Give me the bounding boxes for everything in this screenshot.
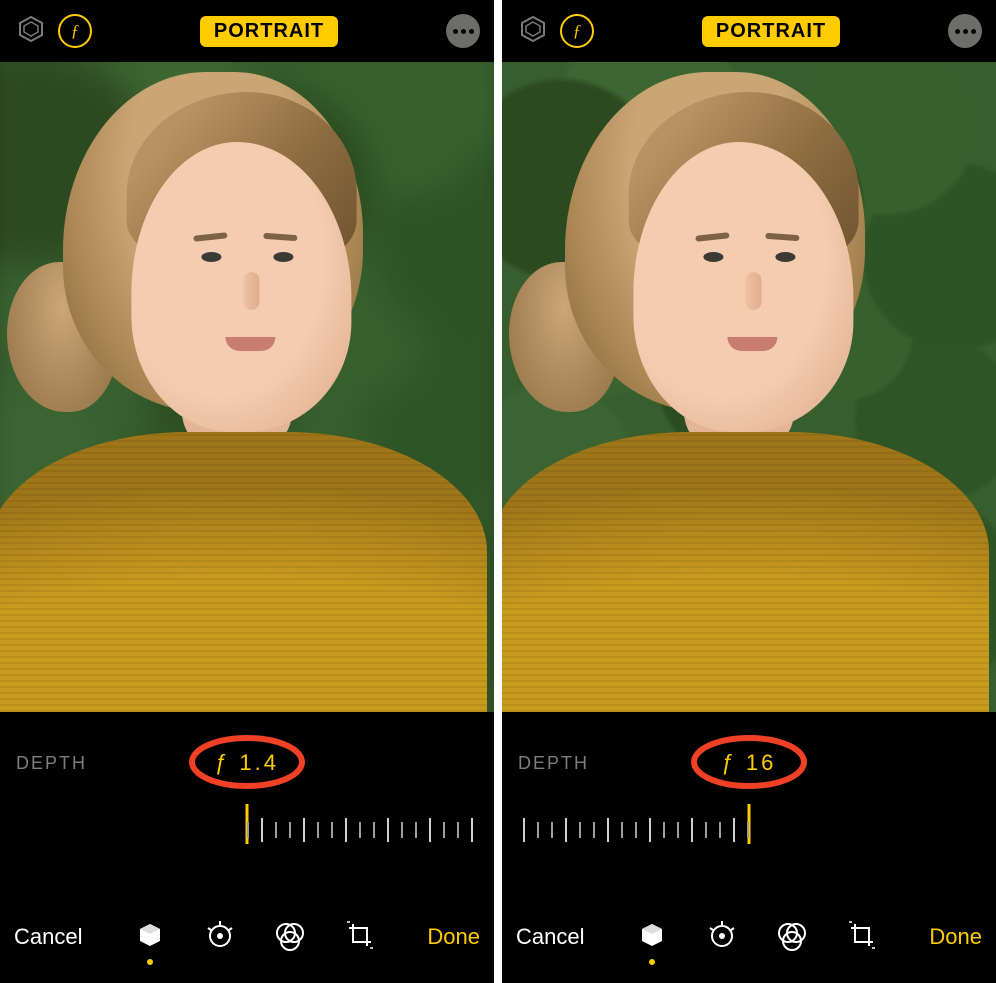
aperture-button[interactable]: ƒ (560, 14, 594, 48)
topbar-left-group: ƒ (516, 14, 594, 48)
photo-subject (0, 72, 487, 712)
filters-icon (776, 919, 808, 956)
adjust-tool-button[interactable] (200, 917, 240, 957)
crop-tool-button[interactable] (340, 917, 380, 957)
photo-preview[interactable] (0, 62, 494, 712)
photo-preview[interactable] (502, 62, 996, 712)
portrait-lighting-icon (135, 920, 165, 955)
filters-tool-button[interactable] (772, 917, 812, 957)
depth-value-row: DEPTH ƒ 1.4 (10, 740, 484, 786)
depth-controls: DEPTH ƒ 1.4 (0, 712, 494, 901)
portrait-tool-button[interactable] (632, 917, 672, 957)
depth-label: DEPTH (16, 753, 87, 774)
portrait-tool-button[interactable] (130, 917, 170, 957)
depth-slider[interactable] (10, 796, 484, 856)
active-tool-indicator (147, 959, 153, 965)
screen-left: ƒ PORTRAIT DEPTH ƒ 1.4 (0, 0, 494, 983)
mode-badge[interactable]: PORTRAIT (200, 16, 338, 47)
adjust-tool-button[interactable] (702, 917, 742, 957)
tool-row (632, 917, 882, 957)
filters-tool-button[interactable] (270, 917, 310, 957)
bottom-bar: Cancel (0, 901, 494, 983)
cancel-button[interactable]: Cancel (14, 924, 82, 950)
active-tool-indicator (649, 959, 655, 965)
crop-tool-button[interactable] (842, 917, 882, 957)
cancel-button[interactable]: Cancel (516, 924, 584, 950)
depth-controls: DEPTH ƒ 16 (502, 712, 996, 901)
done-button[interactable]: Done (929, 924, 982, 950)
done-button[interactable]: Done (427, 924, 480, 950)
depth-fvalue: ƒ 1.4 (215, 750, 279, 776)
bottom-bar: Cancel (502, 901, 996, 983)
adjust-dial-icon (203, 918, 237, 957)
portrait-lighting-icon (637, 920, 667, 955)
slider-ticks (523, 818, 749, 842)
portrait-lighting-button[interactable] (516, 14, 550, 48)
depth-fvalue: ƒ 16 (722, 750, 777, 776)
aperture-f-icon: ƒ (71, 21, 80, 41)
more-icon (453, 29, 458, 34)
lighting-hexagon-icon (518, 14, 548, 49)
depth-label: DEPTH (518, 753, 589, 774)
screen-right: ƒ PORTRAIT DEPTH ƒ 16 (502, 0, 996, 983)
topbar-left-group: ƒ (14, 14, 92, 48)
filters-icon (274, 919, 306, 956)
topbar: ƒ PORTRAIT (0, 0, 494, 62)
crop-icon (344, 919, 376, 956)
crop-icon (846, 919, 878, 956)
slider-ticks (247, 818, 473, 842)
mode-badge[interactable]: PORTRAIT (702, 16, 840, 47)
aperture-button[interactable]: ƒ (58, 14, 92, 48)
more-icon (955, 29, 960, 34)
depth-slider[interactable] (512, 796, 986, 856)
aperture-f-icon: ƒ (573, 21, 582, 41)
more-button[interactable] (446, 14, 480, 48)
tool-row (130, 917, 380, 957)
more-button[interactable] (948, 14, 982, 48)
photo-subject (502, 72, 989, 712)
topbar: ƒ PORTRAIT (502, 0, 996, 62)
lighting-hexagon-icon (16, 14, 46, 49)
depth-value-row: DEPTH ƒ 16 (512, 740, 986, 786)
adjust-dial-icon (705, 918, 739, 957)
portrait-lighting-button[interactable] (14, 14, 48, 48)
